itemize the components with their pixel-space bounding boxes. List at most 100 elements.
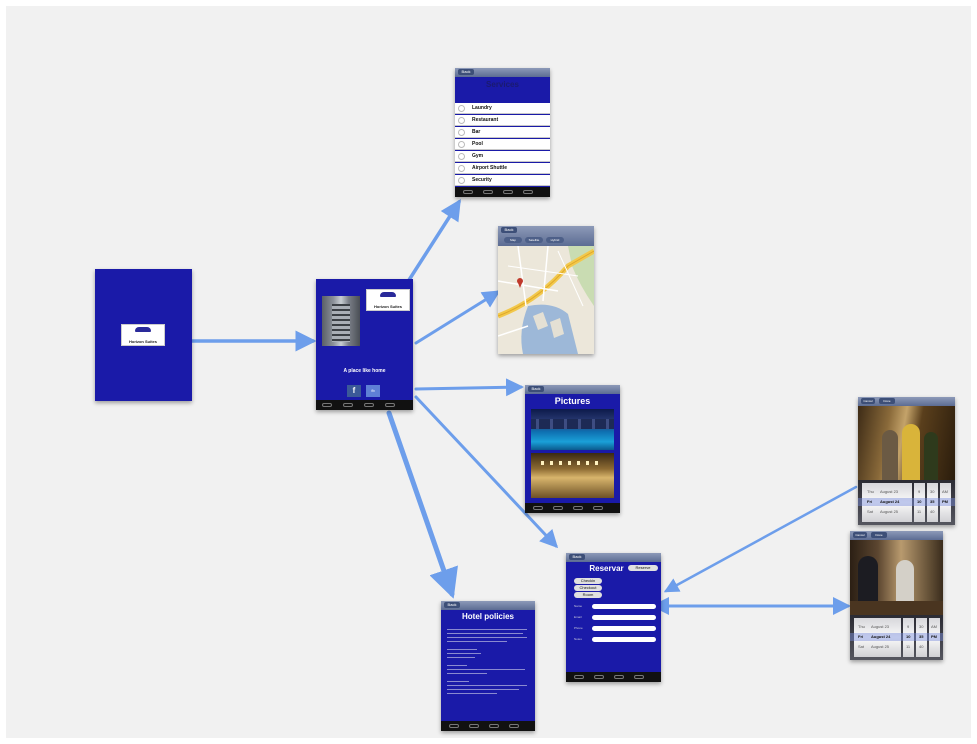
tab-icon[interactable] [553,506,563,510]
person-icon [458,105,465,112]
tab-icon[interactable] [523,190,533,194]
datepicker-screen-2[interactable]: Cancel Done Thu August 23 9 30 AM Fri Au… [850,531,943,660]
segment-satellite[interactable]: Satellite [525,237,543,243]
share-button[interactable]: fb [366,385,380,397]
cancel-button[interactable]: Cancel [853,532,867,538]
policy-text-line [447,649,477,650]
notes-field[interactable] [592,637,656,642]
tab-icon[interactable] [614,675,624,679]
date-picker-wheel[interactable]: Thu August 23 9 30 AM Fri August 24 10 3… [850,615,943,660]
reception-photo [858,406,955,480]
picker-row: Sat August 25 11 40 [867,509,935,514]
person-icon [458,117,465,124]
tab-icon[interactable] [483,190,493,194]
splash-logo: Horizon Suites [121,324,165,346]
tab-icon[interactable] [503,190,513,194]
datepicker1-nav-bar: Cancel Done [858,397,955,406]
list-item[interactable]: Gym [455,151,550,162]
person-icon [458,177,465,184]
list-item[interactable]: Pool [455,139,550,150]
back-button[interactable]: Back [458,69,474,75]
guest-figure [882,430,898,480]
policies-nav-bar: Back [441,601,535,610]
picker-row-selected: Fri August 24 10 35 PM [867,499,948,504]
date-picker-wheel[interactable]: Thu August 23 9 30 AM Fri August 24 10 3… [858,480,955,525]
splash-screen[interactable]: Horizon Suites [95,269,192,401]
tab-icon[interactable] [449,724,459,728]
splash-logo-text: Horizon Suites [128,339,157,344]
done-button[interactable]: Done [879,398,895,404]
policy-text-line [447,629,527,630]
street-map[interactable] [498,246,594,354]
tab-icon[interactable] [573,506,583,510]
list-item[interactable]: Security [455,175,550,186]
tab-icon[interactable] [489,724,499,728]
notes-label: Notes [574,637,582,641]
policy-text-line [447,681,469,682]
pictures-nav-bar: Back [525,385,620,394]
home-screen[interactable]: Horizon Suites A place like home f fb [316,279,413,410]
list-item[interactable]: Restaurant [455,115,550,126]
picker-row-selected: Fri August 24 10 35 PM [858,634,937,639]
pool-photo[interactable] [531,409,614,450]
tab-icon[interactable] [533,506,543,510]
back-button[interactable]: Back [569,554,585,560]
tab-icon[interactable] [574,675,584,679]
map-screen[interactable]: Back Map Satellite Hybrid [498,226,594,354]
policy-text-line [447,653,481,654]
datepicker2-nav-bar: Cancel Done [850,531,943,540]
policy-text-line [447,693,497,694]
back-button[interactable]: Back [501,227,517,233]
cancel-button[interactable]: Cancel [861,398,875,404]
list-item[interactable]: Bar [455,127,550,138]
tab-icon[interactable] [593,506,603,510]
policy-text-line [447,637,527,638]
segment-map[interactable]: Map [504,237,522,243]
facebook-button[interactable]: f [347,385,361,397]
picker-row: Thu August 23 9 30 AM [867,489,948,494]
tab-icon[interactable] [385,403,395,407]
reserve-button[interactable]: Reserve [628,565,658,571]
email-field[interactable] [592,615,656,620]
tab-icon[interactable] [364,403,374,407]
segment-hybrid[interactable]: Hybrid [546,237,564,243]
list-item[interactable]: Airport Shuttle [455,163,550,174]
list-item[interactable]: Laundry [455,103,550,114]
services-title: Services [486,80,519,89]
phone-field[interactable] [592,626,656,631]
city-skyline [531,419,614,429]
home-tagline: A place like home [343,368,386,374]
checkin-button[interactable]: Checkin [574,578,602,584]
policy-text-line [447,673,487,674]
services-screen[interactable]: Back Services Laundry Restaurant Bar Poo… [455,68,550,197]
policies-tab-bar [441,721,535,731]
back-button[interactable]: Back [528,386,544,392]
tab-icon[interactable] [594,675,604,679]
back-button[interactable]: Back [444,602,460,608]
tab-icon[interactable] [469,724,479,728]
tab-icon[interactable] [463,190,473,194]
person-icon [458,165,465,172]
tab-icon[interactable] [322,403,332,407]
name-field[interactable] [592,604,656,609]
pictures-tab-bar [525,503,620,513]
pictures-screen[interactable]: Back Pictures [525,385,620,513]
lobby-photo[interactable] [531,453,614,498]
done-button[interactable]: Done [871,532,887,538]
checkout-button[interactable]: Checkout [574,585,602,591]
person-icon [458,129,465,136]
room-button[interactable]: Room [574,592,602,598]
guest-figure [924,432,938,480]
tab-icon[interactable] [509,724,519,728]
front-desk-photo [850,540,943,615]
services-nav-bar: Back [455,68,550,77]
reservation-screen[interactable]: Back Reservar Reserve Checkin Checkout R… [566,553,661,682]
policy-text-line [447,633,523,634]
policy-text-line [447,657,475,658]
home-logo-text: Horizon Suites [373,304,402,309]
hotel-logo-icon [135,327,151,332]
tab-icon[interactable] [343,403,353,407]
tab-icon[interactable] [634,675,644,679]
datepicker-screen-1[interactable]: Cancel Done Thu August 23 9 30 AM Fri Au… [858,397,955,525]
policies-screen[interactable]: Back Hotel policies [441,601,535,731]
